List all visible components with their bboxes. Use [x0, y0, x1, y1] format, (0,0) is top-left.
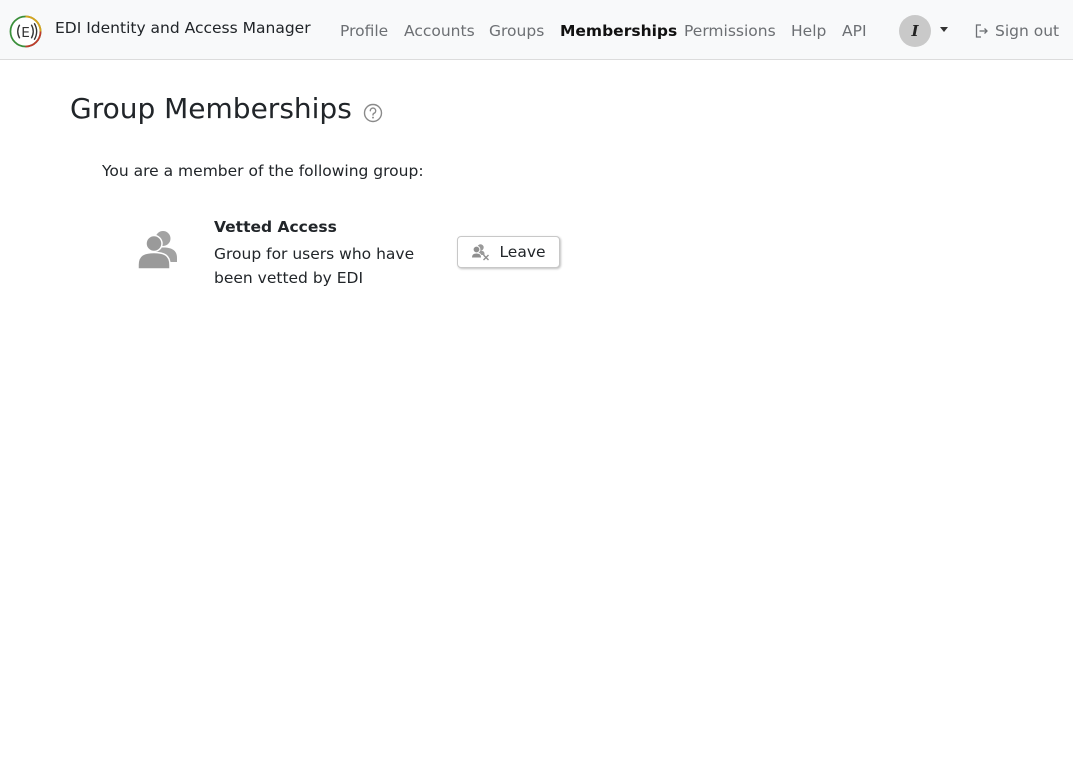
nav-profile[interactable]: Profile	[340, 20, 388, 42]
page-title: Group Memberships	[70, 92, 352, 125]
app-title: EDI Identity and Access Manager	[55, 19, 311, 37]
avatar[interactable]: I	[899, 15, 931, 47]
nav-groups[interactable]: Groups	[489, 20, 544, 42]
users-icon	[137, 231, 177, 270]
leave-button-label: Leave	[499, 243, 546, 261]
nav-accounts[interactable]: Accounts	[404, 20, 475, 42]
group-name: Vetted Access	[214, 218, 337, 236]
avatar-initial: I	[911, 22, 919, 40]
sign-out-link[interactable]: Sign out	[974, 20, 1059, 42]
top-navbar: E EDI Identity and Access Manager Profil…	[0, 0, 1073, 60]
memberships-intro: You are a member of the following group:	[102, 162, 424, 180]
brand[interactable]: E EDI Identity and Access Manager	[9, 14, 311, 48]
edi-logo-icon: E	[9, 15, 42, 47]
sign-out-label: Sign out	[995, 22, 1060, 40]
user-remove-icon	[471, 244, 490, 261]
nav-permissions[interactable]: Permissions	[684, 20, 776, 42]
sign-out-icon	[975, 24, 988, 38]
leave-group-button[interactable]: Leave	[457, 236, 560, 268]
question-circle-icon[interactable]	[363, 103, 383, 123]
nav-memberships[interactable]: Memberships	[560, 20, 677, 42]
nav-help[interactable]: Help	[791, 20, 826, 42]
group-description: Group for users who have been vetted by …	[214, 245, 415, 287]
nav-api[interactable]: API	[842, 20, 867, 42]
svg-text:E: E	[21, 24, 30, 40]
caret-down-icon[interactable]	[940, 27, 948, 32]
